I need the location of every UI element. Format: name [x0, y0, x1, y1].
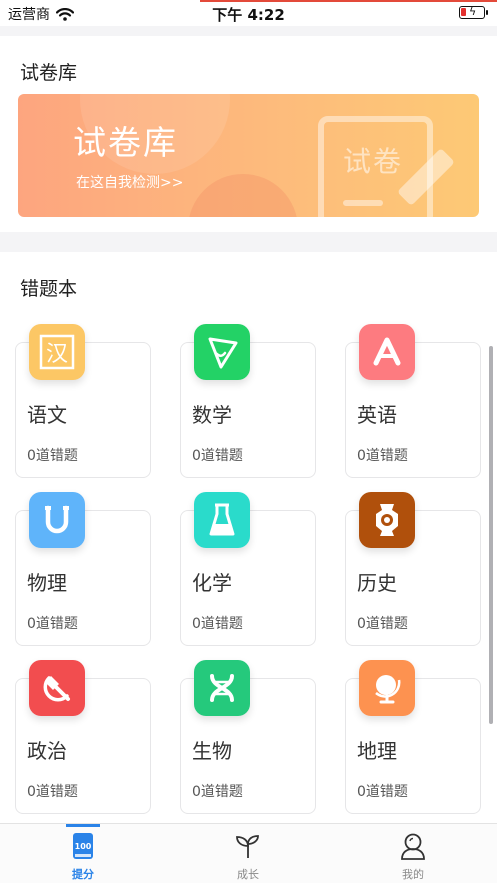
tab-bar: 100 提分 成长 我的 [0, 823, 497, 883]
subject-card-chinese[interactable]: 汉 语文 0道错题 [15, 324, 151, 478]
dna-icon [194, 660, 250, 716]
user-icon [398, 831, 428, 861]
subject-name: 历史 [357, 571, 397, 595]
subject-name: 英语 [357, 403, 397, 427]
subject-card-history[interactable]: 历史 0道错题 [345, 492, 481, 646]
subject-card-biology[interactable]: 生物 0道错题 [180, 660, 316, 814]
subject-name: 生物 [192, 739, 232, 763]
tab-mine[interactable]: 我的 [353, 824, 473, 883]
math-play-icon [194, 324, 250, 380]
mistake-count: 0道错题 [192, 784, 243, 800]
subject-card-politics[interactable]: 政治 0道错题 [15, 660, 151, 814]
mistake-count: 0道错题 [27, 448, 78, 464]
status-time: 下午 4:22 [212, 6, 285, 24]
banner-decoration-circle [188, 174, 298, 217]
exam-library-banner[interactable]: 试卷 试卷库 在这自我检测>> [18, 94, 479, 217]
subject-name: 语文 [27, 403, 67, 427]
flask-icon [194, 492, 250, 548]
chinese-char-icon: 汉 [29, 324, 85, 380]
subject-name: 地理 [357, 739, 397, 763]
status-progress-line [200, 0, 497, 2]
subject-name: 化学 [192, 571, 232, 595]
sprout-icon [233, 831, 263, 861]
vase-icon [359, 492, 415, 548]
banner-watermark-text: 试卷 [343, 145, 404, 178]
tab-label: 我的 [402, 868, 424, 881]
mistake-count: 0道错题 [192, 448, 243, 464]
subject-name: 物理 [27, 571, 67, 595]
subject-card-physics[interactable]: 物理 0道错题 [15, 492, 151, 646]
subject-card-math[interactable]: 数学 0道错题 [180, 324, 316, 478]
subject-name: 数学 [192, 403, 232, 427]
mistake-book-title: 错题本 [20, 278, 78, 300]
tab-label: 成长 [237, 868, 259, 881]
tab-growth[interactable]: 成长 [188, 824, 308, 883]
mistake-count: 0道错题 [357, 448, 408, 464]
mistake-count: 0道错题 [27, 784, 78, 800]
vertical-scrollbar[interactable] [489, 346, 493, 724]
book-100-icon: 100 [68, 831, 98, 861]
banner-subtitle-link[interactable]: 在这自我检测>> [76, 172, 183, 192]
mistake-count: 0道错题 [27, 616, 78, 632]
subject-card-english[interactable]: 英语 0道错题 [345, 324, 481, 478]
subject-card-geography[interactable]: 地理 0道错题 [345, 660, 481, 814]
mistake-count: 0道错题 [192, 616, 243, 632]
magnet-icon [29, 492, 85, 548]
subject-name: 政治 [27, 739, 67, 763]
svg-text:汉: 汉 [46, 342, 68, 367]
tab-label: 提分 [72, 868, 94, 881]
tab-score[interactable]: 100 提分 [23, 824, 143, 883]
status-bar: 运营商 下午 4:22 ϟ [0, 0, 497, 26]
mistake-count: 0道错题 [357, 784, 408, 800]
hammer-sickle-icon [29, 660, 85, 716]
banner-title: 试卷库 [73, 123, 178, 162]
exam-library-title: 试卷库 [20, 62, 78, 84]
paper-line-decoration [343, 200, 383, 206]
globe-icon [359, 660, 415, 716]
svg-text:100: 100 [75, 842, 92, 851]
letter-a-icon [359, 324, 415, 380]
subject-card-chemistry[interactable]: 化学 0道错题 [180, 492, 316, 646]
battery-icon: ϟ [459, 5, 488, 19]
exam-library-section: 试卷库 试卷 试卷库 在这自我检测>> [0, 36, 497, 232]
mistake-count: 0道错题 [357, 616, 408, 632]
